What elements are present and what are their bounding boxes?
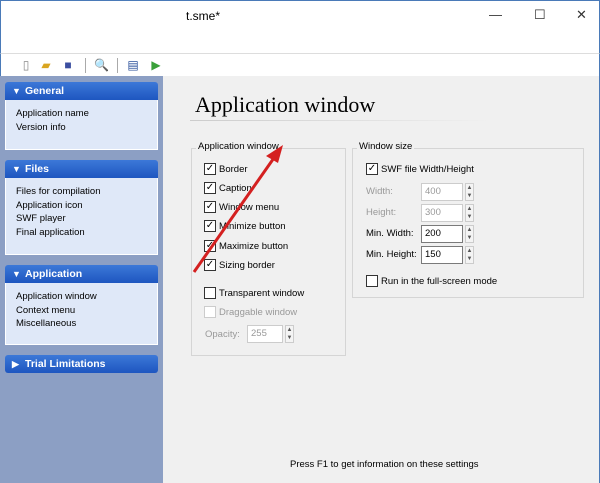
arrow-shaft [192,154,278,273]
annotation-arrow [192,145,283,273]
arrow-head-icon [266,145,283,163]
